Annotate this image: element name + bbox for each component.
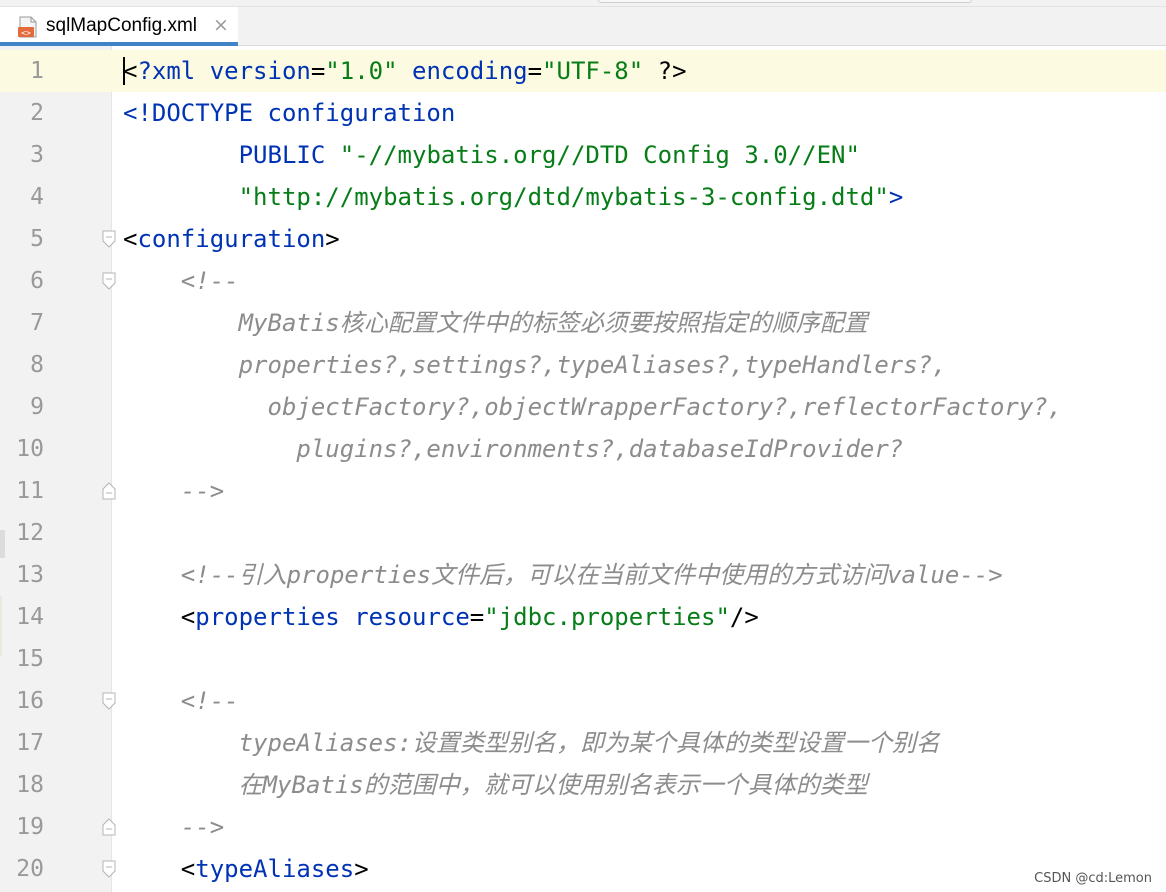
code-token: > xyxy=(325,225,340,253)
code-line[interactable]: <!DOCTYPE configuration xyxy=(123,92,455,134)
code-token: ?xml version xyxy=(137,57,311,85)
line-number: 1 xyxy=(30,58,44,84)
line-number: 14 xyxy=(16,604,44,630)
code-token: properties?,settings?,typeAliases?,typeH… xyxy=(123,351,947,379)
code-token: "jdbc.properties" xyxy=(484,603,730,631)
code-token: = xyxy=(527,57,543,85)
close-icon[interactable]: × xyxy=(213,14,229,36)
line-number: 9 xyxy=(30,394,44,420)
code-token: > xyxy=(888,183,904,211)
line-number: 7 xyxy=(30,310,44,336)
code-token: "1.0" xyxy=(325,57,398,85)
code-line[interactable]: <configuration> xyxy=(123,218,340,260)
code-token: > xyxy=(354,855,369,883)
code-token: <!-- xyxy=(123,687,239,715)
svg-text:<>: <> xyxy=(21,29,31,38)
code-line[interactable]: plugins?,environments?,databaseIdProvide… xyxy=(123,428,903,470)
fold-close-icon[interactable] xyxy=(102,482,116,500)
line-number: 18 xyxy=(16,772,44,798)
code-line[interactable]: --> xyxy=(123,806,224,848)
code-token: < xyxy=(123,225,138,253)
code-token: configuration xyxy=(137,225,326,253)
code-token: typeAliases xyxy=(195,855,355,883)
code-token: MyBatis核心配置文件中的标签必须要按照指定的顺序配置 xyxy=(123,309,868,337)
code-line[interactable]: properties?,settings?,typeAliases?,typeH… xyxy=(123,344,947,386)
line-number: 15 xyxy=(16,646,44,672)
tab-sqlmapconfig[interactable]: <> sqlMapConfig.xml × xyxy=(0,7,238,46)
tab-title: sqlMapConfig.xml xyxy=(46,15,197,36)
code-line[interactable]: 在MyBatis的范围中，就可以使用别名表示一个具体的类型 xyxy=(123,764,868,806)
code-line[interactable]: <!-- xyxy=(123,680,239,722)
code-token: --> xyxy=(123,477,225,505)
text-caret xyxy=(123,57,125,85)
line-number: 20 xyxy=(16,856,44,882)
fold-close-icon[interactable] xyxy=(102,818,116,836)
line-number: 17 xyxy=(16,730,44,756)
code-token: properties xyxy=(195,603,340,631)
code-token: "UTF-8" xyxy=(542,57,644,85)
code-token: resource xyxy=(339,603,470,631)
code-token: --> xyxy=(123,813,225,841)
code-token: < xyxy=(123,855,196,883)
line-number: 8 xyxy=(30,352,44,378)
line-number: 12 xyxy=(16,520,44,546)
line-number: 6 xyxy=(30,268,44,294)
line-number: 19 xyxy=(16,814,44,840)
code-token: PUBLIC xyxy=(123,141,340,169)
code-token: = xyxy=(469,603,485,631)
code-token: < xyxy=(123,57,138,85)
code-line[interactable]: typeAliases:设置类型别名，即为某个具体的类型设置一个别名 xyxy=(123,722,940,764)
top-toolbar-strip xyxy=(0,0,1166,7)
watermark: CSDN @cd:Lemon xyxy=(1034,871,1152,886)
fold-open-icon[interactable] xyxy=(102,230,116,248)
code-token: typeAliases:设置类型别名，即为某个具体的类型设置一个别名 xyxy=(123,729,940,757)
code-line[interactable]: --> xyxy=(123,470,224,512)
code-token: "-//mybatis.org//DTD Config 3.0//EN" xyxy=(339,141,860,169)
line-number: 11 xyxy=(16,478,44,504)
code-token: "http://mybatis.org/dtd/mybatis-3-config… xyxy=(123,183,889,211)
line-number: 2 xyxy=(30,100,44,126)
editor-tab-bar: <> sqlMapConfig.xml × xyxy=(0,7,1166,46)
line-number: 16 xyxy=(16,688,44,714)
code-line[interactable]: <!--引入properties文件后，可以在当前文件中使用的方式访问value… xyxy=(123,554,1003,596)
fold-open-icon[interactable] xyxy=(102,860,116,878)
code-line[interactable]: <!-- xyxy=(123,260,239,302)
fold-open-icon[interactable] xyxy=(102,272,116,290)
code-token: < xyxy=(123,603,196,631)
code-token: <!DOCTYPE configuration xyxy=(123,99,456,127)
code-line[interactable]: <properties resource="jdbc.properties"/> xyxy=(123,596,759,638)
code-token: objectFactory?,objectWrapperFactory?,ref… xyxy=(123,393,1063,421)
code-line[interactable]: "http://mybatis.org/dtd/mybatis-3-config… xyxy=(123,176,904,218)
line-number: 13 xyxy=(16,562,44,588)
code-token: encoding xyxy=(397,57,528,85)
code-token: <!--引入properties文件后，可以在当前文件中使用的方式访问value… xyxy=(123,561,1003,589)
xml-file-icon: <> xyxy=(18,16,37,38)
code-token: /> xyxy=(729,603,759,631)
code-line[interactable]: <?xml version="1.0" encoding="UTF-8" ?> xyxy=(123,50,687,92)
code-token: 在MyBatis的范围中，就可以使用别名表示一个具体的类型 xyxy=(123,771,868,799)
code-line[interactable]: <typeAliases> xyxy=(123,848,369,890)
code-line[interactable]: PUBLIC "-//mybatis.org//DTD Config 3.0//… xyxy=(123,134,860,176)
fold-open-icon[interactable] xyxy=(102,692,116,710)
code-token: <!-- xyxy=(123,267,239,295)
line-number: 3 xyxy=(30,142,44,168)
line-number: 4 xyxy=(30,184,44,210)
code-token: = xyxy=(310,57,326,85)
navigation-bar[interactable] xyxy=(598,0,972,3)
line-number: 5 xyxy=(30,226,44,252)
code-line[interactable]: MyBatis核心配置文件中的标签必须要按照指定的顺序配置 xyxy=(123,302,868,344)
line-number: 10 xyxy=(16,436,44,462)
code-line[interactable]: objectFactory?,objectWrapperFactory?,ref… xyxy=(123,386,1062,428)
code-token: ?> xyxy=(643,57,687,85)
code-token: plugins?,environments?,databaseIdProvide… xyxy=(123,435,904,463)
